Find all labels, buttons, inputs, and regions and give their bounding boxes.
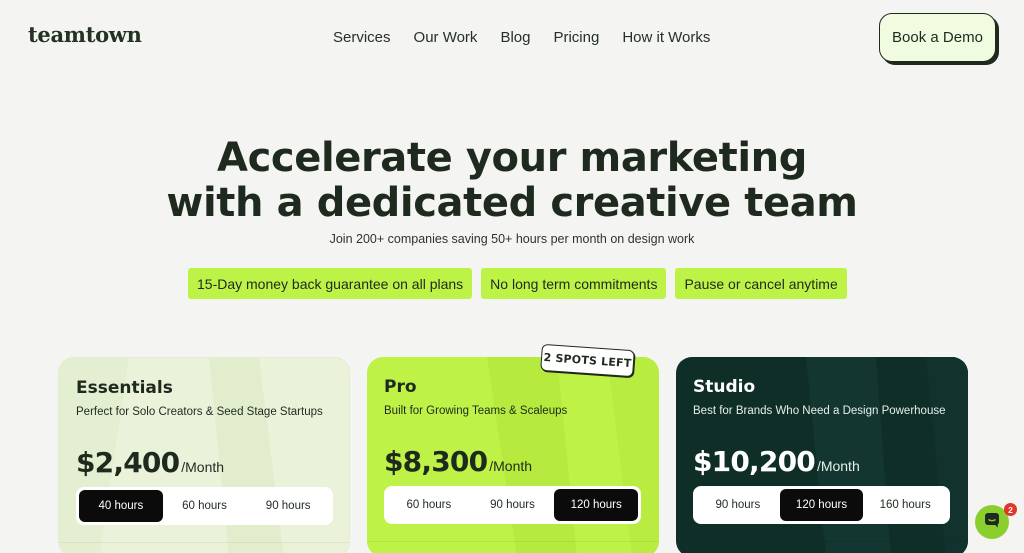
pill-money-back: 15-Day money back guarantee on all plans [188,268,473,299]
hero-title-line-2: with a dedicated creative team [166,180,858,226]
hours-option[interactable]: 120 hours [779,489,864,521]
hours-selector: 40 hours 60 hours 90 hours [76,487,333,525]
plan-price: $2,400 /Month [76,446,224,479]
price-amount: $2,400 [76,446,180,479]
plan-price: $10,200 /Month [693,445,860,478]
hours-option[interactable]: 160 hours [863,489,947,521]
notification-badge: 2 [1004,503,1017,516]
nav-link-pricing[interactable]: Pricing [553,29,599,46]
price-period: /Month [489,458,533,474]
plan-name: Essentials [76,378,173,398]
price-amount: $8,300 [384,445,488,478]
nav-link-blog[interactable]: Blog [500,29,530,46]
guarantee-pills: 15-Day money back guarantee on all plans… [188,268,847,299]
price-period: /Month [181,459,225,475]
plan-price: $8,300 /Month [384,445,532,478]
hours-selector: 60 hours 90 hours 120 hours [384,486,641,524]
plan-description: Perfect for Solo Creators & Seed Stage S… [76,406,323,418]
price-amount: $10,200 [693,445,816,478]
hours-option[interactable]: 120 hours [554,489,639,521]
plan-card-essentials: Essentials Perfect for Solo Creators & S… [58,357,350,553]
price-period: /Month [816,458,860,474]
hours-option[interactable]: 60 hours [387,489,471,521]
hero-title-line-1: Accelerate your marketing [217,135,807,181]
plan-card-studio: Studio Best for Brands Who Need a Design… [676,357,968,553]
hero-subtitle: Join 200+ companies saving 50+ hours per… [329,232,695,246]
plan-description: Built for Growing Teams & Scaleups [384,405,568,417]
plan-name: Pro [384,377,417,397]
hours-selector: 90 hours 120 hours 160 hours [693,486,950,524]
card-footer-divider [676,541,968,553]
nav-link-how-it-works[interactable]: How it Works [622,29,710,46]
nav-links: Services Our Work Blog Pricing How it Wo… [333,29,710,46]
card-footer-divider [59,542,349,553]
card-footer-divider [367,541,659,553]
hero-title: Accelerate your marketing with a dedicat… [0,136,1024,226]
hours-option[interactable]: 60 hours [163,490,247,522]
hours-option[interactable]: 90 hours [471,489,555,521]
nav-link-services[interactable]: Services [333,29,391,46]
pill-pause-cancel: Pause or cancel anytime [675,268,847,299]
plan-name: Studio [693,377,756,397]
plan-card-pro: Pro Built for Growing Teams & Scaleups $… [367,357,659,553]
hours-option[interactable]: 90 hours [246,490,330,522]
nav-link-our-work[interactable]: Our Work [414,29,478,46]
hours-option[interactable]: 90 hours [696,489,780,521]
pill-no-commitments: No long term commitments [481,268,667,299]
book-demo-button[interactable]: Book a Demo [879,13,996,62]
teamtown-logo[interactable]: teamtown [28,22,142,47]
plan-description: Best for Brands Who Need a Design Powerh… [693,405,946,417]
top-navigation: teamtown Services Our Work Blog Pricing … [0,0,1024,76]
chat-bubble-icon [983,511,1001,534]
hours-option[interactable]: 40 hours [79,490,163,522]
